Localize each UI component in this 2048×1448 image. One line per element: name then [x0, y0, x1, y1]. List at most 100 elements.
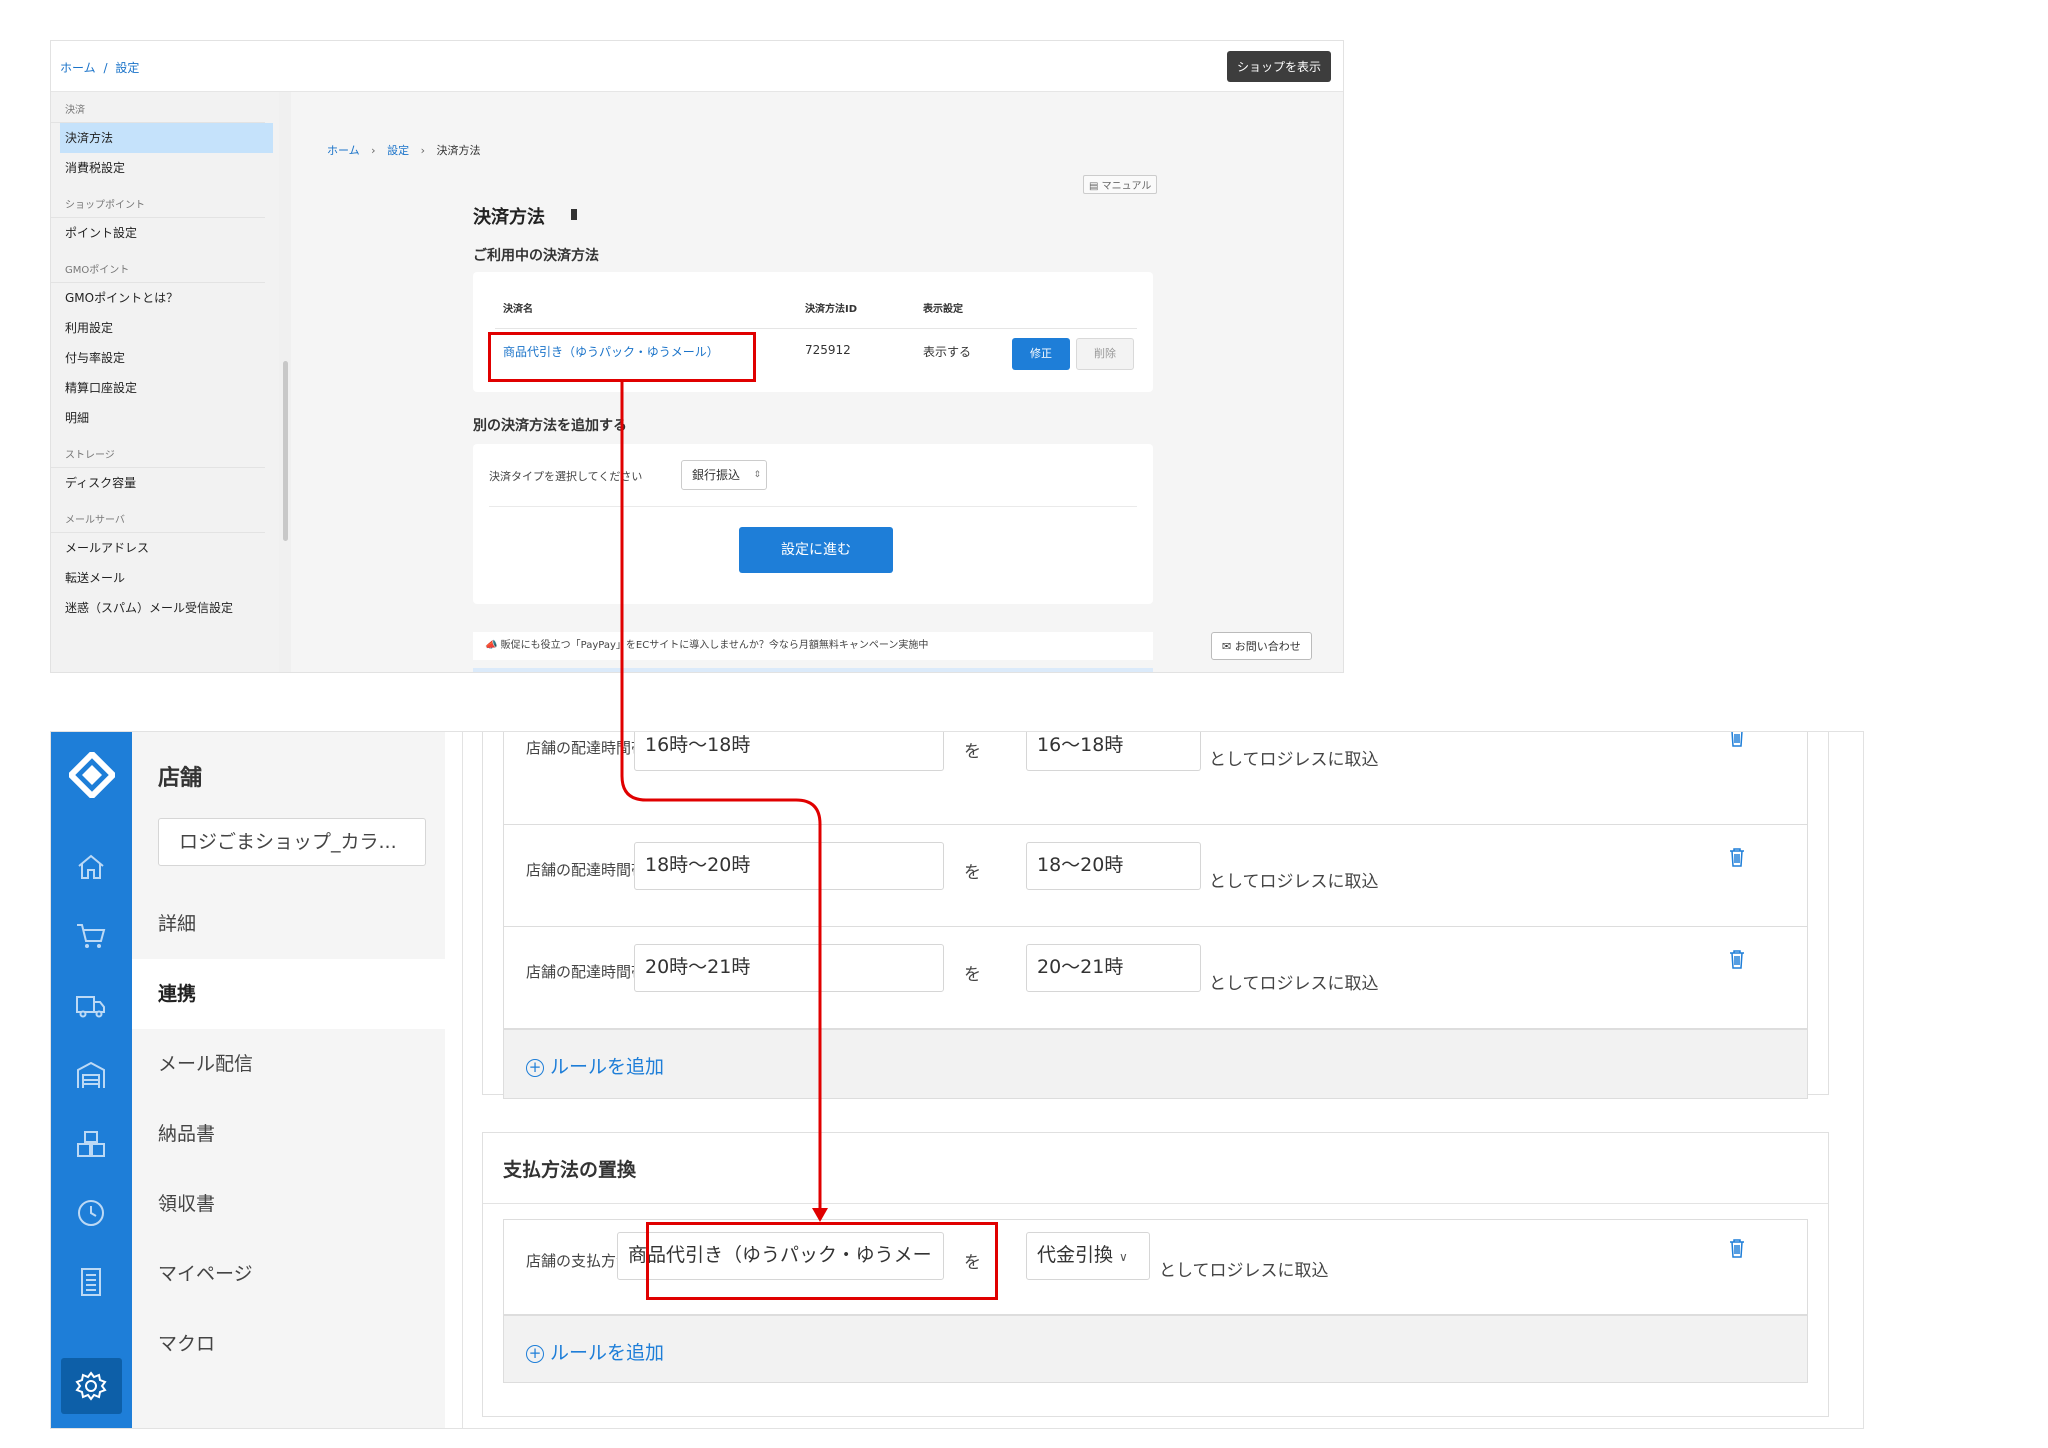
add-rule-link[interactable]: + ルールを追加 [526, 1338, 664, 1365]
nav-item-integration[interactable]: 連携 [132, 959, 445, 1029]
nav-item-details[interactable]: 詳細 [132, 889, 445, 959]
nav-item-receipt[interactable]: 領収書 [132, 1169, 445, 1239]
rule-suffix: としてロジレスに取込 [1209, 750, 1379, 770]
sidebar-item-forward-mail[interactable]: 転送メール [51, 563, 279, 593]
nav-item-mypage[interactable]: マイページ [132, 1239, 445, 1309]
divider [483, 1203, 1828, 1204]
delete-button[interactable]: 削除 [1076, 338, 1134, 370]
nav-item-delivery-note[interactable]: 納品書 [132, 1099, 445, 1169]
logiless-value-input[interactable]: 16～18時 [1026, 732, 1201, 771]
sidebar-item-settlement-account[interactable]: 精算口座設定 [51, 373, 279, 403]
nav-item-mail-delivery[interactable]: メール配信 [132, 1029, 445, 1099]
select-arrow-icon: ⇕ [753, 470, 761, 480]
logiless-logo-icon [69, 752, 115, 798]
settings-sidebar: 決済 決済方法 消費税設定 ショップポイント ポイント設定 GMOポイント GM… [51, 92, 279, 672]
display-setting: 表示する [923, 345, 972, 359]
sidebar-item-usage-settings[interactable]: 利用設定 [51, 313, 279, 343]
sidebar-item-grant-rate[interactable]: 付与率設定 [51, 343, 279, 373]
add-method-card: 決済タイプを選択してください 銀行振込 ⇕ 設定に進む [473, 444, 1153, 604]
payment-replacement-title: 支払方法の置換 [503, 1159, 637, 1181]
highlight-box-target [646, 1222, 998, 1300]
divider [462, 732, 463, 1428]
in-use-heading: ご利用中の決済方法 [473, 248, 599, 264]
payment-type-select[interactable]: 銀行振込 ⇕ [681, 460, 767, 490]
store-value-input[interactable]: 16時～18時 [634, 732, 944, 771]
history-icon[interactable] [74, 1196, 108, 1230]
truck-icon[interactable] [74, 988, 108, 1022]
trash-icon[interactable] [1729, 1238, 1745, 1258]
document-list-icon[interactable] [74, 1265, 108, 1299]
manual-label: マニュアル [1101, 181, 1152, 192]
store-value-input[interactable]: 20時～21時 [634, 944, 944, 992]
manual-button[interactable]: ▤ マニュアル [1083, 175, 1158, 194]
integration-content: 店舗の配達時間帯 16時～18時 を 16～18時 としてロジレスに取込 店舗の… [445, 732, 1863, 1428]
breadcrumb-settings-link[interactable]: 設定 [115, 61, 139, 75]
add-rule-label: ルールを追加 [550, 1342, 665, 1364]
shop-select[interactable]: ロジごまショップ_カラ... [158, 818, 426, 866]
column-id: 決済方法ID [805, 304, 858, 315]
store-value-input[interactable]: 18時～20時 [634, 842, 944, 890]
cart-icon[interactable] [74, 919, 108, 953]
breadcrumb-home-link[interactable]: ホーム [60, 61, 96, 75]
edit-button[interactable]: 修正 [1012, 338, 1070, 370]
rule-wo: を [964, 965, 981, 985]
delivery-rule-row: 店舗の配達時間帯 16時～18時 を 16～18時 としてロジレスに取込 [503, 731, 1808, 825]
gear-icon [75, 1371, 107, 1401]
logiless-value-input[interactable]: 18～20時 [1026, 842, 1201, 890]
payment-main-panel: ホーム › 設定 › 決済方法 ▤ マニュアル 決済方法 ご利用中の決済方法 決… [291, 92, 1343, 672]
divider [495, 328, 1137, 329]
contact-button[interactable]: ✉ お問い合わせ [1211, 632, 1312, 660]
breadcrumb-arrow: › [371, 144, 376, 157]
top-bar: ホーム / 設定 ショップを表示 [51, 41, 1343, 92]
paypay-banner[interactable]: 📣 販促にも役立つ「PayPay」をECサイトに導入しませんか？今なら月額無料キ… [473, 632, 1153, 660]
boxes-icon[interactable] [74, 1127, 108, 1161]
icon-rail [51, 732, 132, 1428]
trash-icon[interactable] [1729, 847, 1745, 867]
show-shop-button[interactable]: ショップを表示 [1226, 51, 1331, 82]
logiless-value-input[interactable]: 20～21時 [1026, 944, 1201, 992]
nav-item-macro[interactable]: マクロ [132, 1309, 445, 1379]
sidebar-scrollbar[interactable] [283, 361, 288, 541]
bookmark-icon[interactable] [571, 209, 577, 220]
breadcrumb-settings[interactable]: 設定 [387, 144, 409, 157]
rule-label: 店舗の配達時間帯 [526, 861, 647, 879]
chevron-down-icon: ∨ [1119, 1250, 1128, 1264]
column-display: 表示設定 [923, 304, 963, 315]
sidebar-item-mail-address[interactable]: メールアドレス [51, 533, 279, 563]
payment-type-label: 決済タイプを選択してください [489, 470, 643, 483]
trash-icon[interactable] [1729, 731, 1745, 747]
add-rule-label: ルールを追加 [550, 1056, 665, 1078]
sidebar-item-gmo-about[interactable]: GMOポイントとは？ [51, 283, 279, 313]
home-icon[interactable] [74, 850, 108, 884]
add-method-heading: 別の決済方法を追加する [473, 418, 627, 434]
sidebar-item-consumption-tax[interactable]: 消費税設定 [51, 153, 279, 183]
add-rule-link[interactable]: + ルールを追加 [526, 1052, 664, 1079]
sidebar-item-spam-settings[interactable]: 迷惑（スパム）メール受信設定 [51, 593, 279, 623]
column-name: 決済名 [503, 304, 533, 315]
sidebar-item-payment-method[interactable]: 決済方法 [60, 123, 273, 153]
sidebar-item-point-settings[interactable]: ポイント設定 [51, 218, 279, 248]
sidebar-section-storage: ストレージ [51, 445, 265, 468]
rule-label: 店舗の支払方法 [526, 1252, 632, 1270]
payment-method-id: 725912 [805, 343, 851, 357]
document-icon: ▤ [1089, 181, 1102, 192]
delivery-time-rules-panel: 店舗の配達時間帯 16時～18時 を 16～18時 としてロジレスに取込 店舗の… [482, 731, 1829, 1099]
sidebar-item-disk-capacity[interactable]: ディスク容量 [51, 468, 279, 498]
trash-icon[interactable] [1729, 949, 1745, 969]
breadcrumb-separator: / [103, 61, 108, 75]
proceed-to-settings-button[interactable]: 設定に進む [739, 527, 893, 573]
dropdown-value: 代金引換 [1037, 1244, 1114, 1266]
highlight-box-source [488, 332, 756, 382]
plus-circle-icon: + [526, 1059, 544, 1077]
settings-rail-button[interactable] [61, 1358, 122, 1414]
breadcrumb-arrow: › [420, 144, 425, 157]
sidebar-item-statement[interactable]: 明細 [51, 403, 279, 433]
warehouse-icon[interactable] [74, 1058, 108, 1092]
info-banner [473, 668, 1153, 672]
payment-type-value: 銀行振込 [692, 468, 741, 482]
payment-method-dropdown[interactable]: 代金引換 ∨ [1026, 1232, 1150, 1280]
rule-wo: を [964, 863, 981, 883]
breadcrumb-home[interactable]: ホーム [327, 144, 360, 157]
contact-label: お問い合わせ [1234, 640, 1301, 653]
rule-suffix: としてロジレスに取込 [1159, 1261, 1329, 1281]
